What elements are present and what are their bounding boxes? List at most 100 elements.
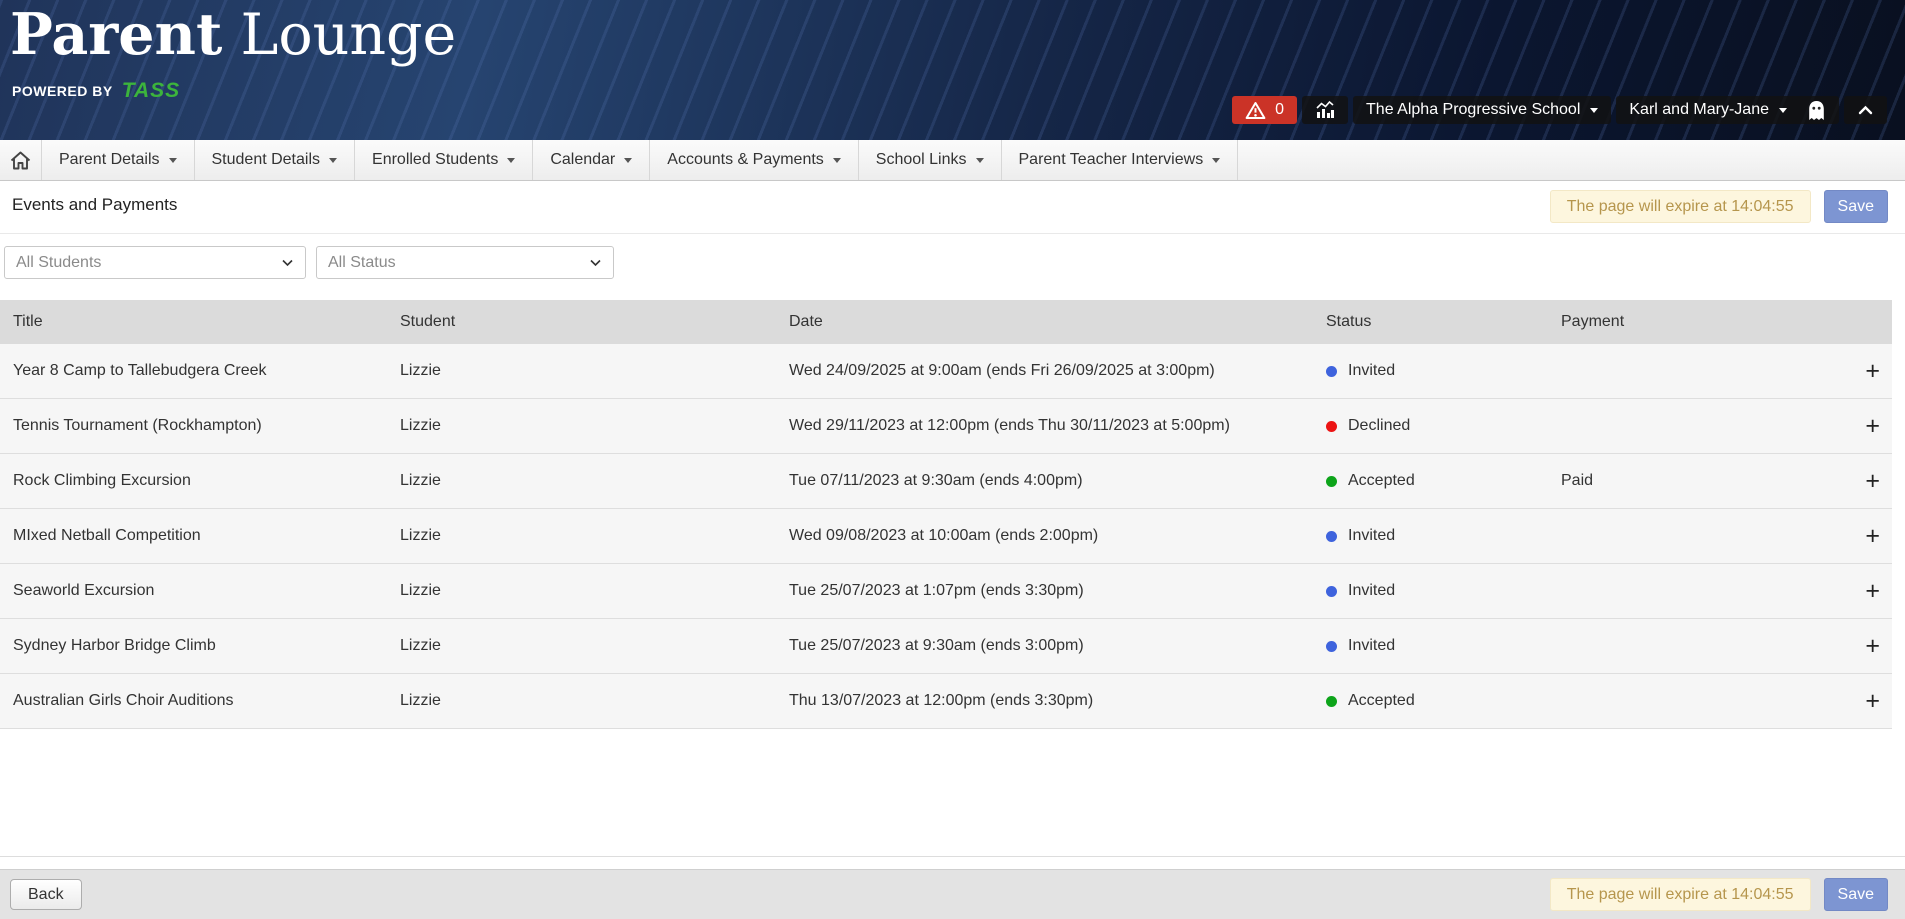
save-button[interactable]: Save (1824, 878, 1888, 911)
powered-by-label: POWERED BY (12, 83, 113, 99)
bar-chart-icon (1315, 100, 1335, 120)
expand-row-button[interactable]: + (1865, 414, 1892, 439)
nav-student-details[interactable]: Student Details (195, 140, 356, 180)
page-footer: Back The page will expire at 14:04:55 Sa… (0, 856, 1905, 919)
event-title: Year 8 Camp to Tallebudgera Creek (13, 362, 400, 380)
status-filter-select[interactable]: All Status (316, 246, 614, 279)
app-header: Parent Lounge POWERED BY TASS 0 The Alph… (0, 0, 1905, 140)
caret-down-icon (624, 158, 632, 163)
status-dot-icon (1326, 421, 1337, 432)
nav-label: Parent Teacher Interviews (1019, 151, 1204, 169)
status-dot-icon (1326, 586, 1337, 597)
table-row: Year 8 Camp to Tallebudgera Creek Lizzie… (0, 344, 1892, 399)
event-title: Australian Girls Choir Auditions (13, 692, 400, 710)
event-status: Accepted (1326, 472, 1561, 490)
expand-row-button[interactable]: + (1865, 359, 1892, 384)
nav-school-links[interactable]: School Links (859, 140, 1002, 180)
plus-icon: + (1865, 687, 1880, 715)
collapse-header-button[interactable] (1844, 96, 1887, 124)
caret-down-icon (1212, 158, 1220, 163)
student-filter-value: All Students (16, 254, 101, 272)
expand-row-button[interactable]: + (1865, 524, 1892, 549)
nav-label: Student Details (212, 151, 321, 169)
expiry-notice: The page will expire at 14:04:55 (1550, 878, 1811, 911)
plus-icon: + (1865, 522, 1880, 550)
events-table-body: Year 8 Camp to Tallebudgera Creek Lizzie… (0, 344, 1892, 729)
main-content: Events and Payments The page will expire… (0, 181, 1905, 856)
caret-down-icon (833, 158, 841, 163)
nav-label: Parent Details (59, 151, 160, 169)
expand-row-button[interactable]: + (1865, 634, 1892, 659)
event-date: Wed 09/08/2023 at 10:00am (ends 2:00pm) (789, 527, 1326, 545)
user-name: Karl and Mary-Jane (1629, 101, 1769, 119)
logo-lounge: Lounge (240, 2, 456, 68)
nav-enrolled-students[interactable]: Enrolled Students (355, 140, 533, 180)
expand-row-button[interactable]: + (1865, 579, 1892, 604)
caret-down-icon (507, 158, 515, 163)
event-student: Lizzie (400, 417, 789, 435)
nav-label: Calendar (550, 151, 615, 169)
event-payment: Paid (1561, 472, 1842, 490)
table-row: Seaworld Excursion Lizzie Tue 25/07/2023… (0, 564, 1892, 619)
plus-icon: + (1865, 467, 1880, 495)
plus-icon: + (1865, 577, 1880, 605)
event-title: Seaworld Excursion (13, 582, 400, 600)
table-row: Rock Climbing Excursion Lizzie Tue 07/11… (0, 454, 1892, 509)
event-title: Rock Climbing Excursion (13, 472, 400, 490)
caret-down-icon (976, 158, 984, 163)
powered-by: POWERED BY TASS (12, 79, 180, 103)
status-label: Declined (1348, 417, 1410, 435)
expand-row-button[interactable]: + (1865, 469, 1892, 494)
nav-label: Enrolled Students (372, 151, 498, 169)
events-table: Title Student Date Status Payment Year 8… (0, 300, 1892, 729)
status-dot-icon (1326, 366, 1337, 377)
event-title: MIxed Netball Competition (13, 527, 400, 545)
header-actions: 0 The Alpha Progressive School Karl and … (1232, 96, 1887, 124)
ghost-notifications-icon[interactable] (1807, 100, 1826, 121)
table-row: Sydney Harbor Bridge Climb Lizzie Tue 25… (0, 619, 1892, 674)
school-selector-button[interactable]: The Alpha Progressive School (1353, 96, 1611, 124)
app-logo: Parent Lounge (10, 2, 456, 68)
nav-accounts-payments[interactable]: Accounts & Payments (650, 140, 859, 180)
nav-calendar[interactable]: Calendar (533, 140, 650, 180)
event-status: Invited (1326, 362, 1561, 380)
status-dot-icon (1326, 476, 1337, 487)
table-row: MIxed Netball Competition Lizzie Wed 09/… (0, 509, 1892, 564)
nav-home[interactable] (0, 140, 42, 180)
status-label: Accepted (1348, 692, 1415, 710)
event-status: Invited (1326, 637, 1561, 655)
user-menu-button[interactable]: Karl and Mary-Jane (1616, 96, 1839, 124)
expand-row-button[interactable]: + (1865, 689, 1892, 714)
status-dot-icon (1326, 696, 1337, 707)
alert-count: 0 (1275, 101, 1284, 119)
page-title: Events and Payments (12, 195, 177, 215)
nav-parent-teacher-interviews[interactable]: Parent Teacher Interviews (1002, 140, 1239, 180)
event-student: Lizzie (400, 527, 789, 545)
select-chevron-icon (281, 258, 294, 267)
school-name: The Alpha Progressive School (1366, 101, 1580, 119)
status-label: Invited (1348, 582, 1395, 600)
event-date: Wed 29/11/2023 at 12:00pm (ends Thu 30/1… (789, 417, 1326, 435)
caret-down-icon (169, 158, 177, 163)
nav-parent-details[interactable]: Parent Details (42, 140, 195, 180)
footer-expiry-save: The page will expire at 14:04:55 Save (1550, 878, 1888, 911)
divider (0, 233, 1905, 234)
event-title: Tennis Tournament (Rockhampton) (13, 417, 400, 435)
chevron-up-icon (1857, 103, 1874, 117)
analytics-button[interactable] (1302, 96, 1348, 124)
plus-icon: + (1865, 632, 1880, 660)
student-filter-select[interactable]: All Students (4, 246, 306, 279)
event-student: Lizzie (400, 472, 789, 490)
event-date: Tue 07/11/2023 at 9:30am (ends 4:00pm) (789, 472, 1326, 490)
save-button[interactable]: Save (1824, 190, 1888, 223)
event-date: Thu 13/07/2023 at 12:00pm (ends 3:30pm) (789, 692, 1326, 710)
warning-icon (1245, 101, 1266, 120)
events-table-header: Title Student Date Status Payment (0, 300, 1892, 344)
status-dot-icon (1326, 531, 1337, 542)
col-status: Status (1326, 313, 1561, 331)
event-student: Lizzie (400, 637, 789, 655)
logo-parent: Parent (10, 1, 222, 68)
back-button[interactable]: Back (10, 879, 82, 910)
alerts-button[interactable]: 0 (1232, 96, 1297, 124)
header-expiry-save: The page will expire at 14:04:55 Save (1550, 190, 1888, 223)
